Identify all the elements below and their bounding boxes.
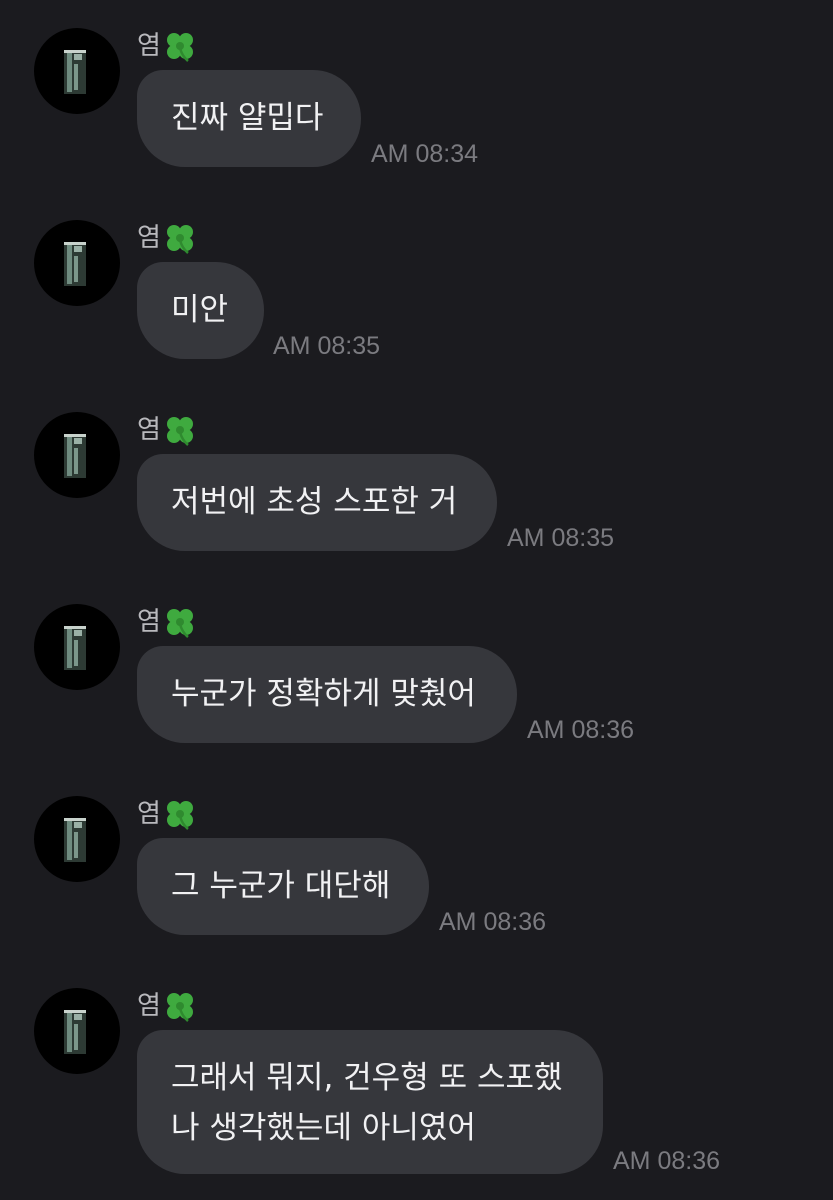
message-bubble[interactable]: 저번에 초성 스포한 거 xyxy=(137,454,497,551)
message-bubble[interactable]: 그래서 뭐지, 건우형 또 스포했 나 생각했는데 아니였어 xyxy=(137,1030,603,1174)
sender-name-text: 염 xyxy=(137,223,161,253)
sender-name: 염 xyxy=(137,410,197,450)
message-text-line-1: 그래서 뭐지, 건우형 또 스포했 xyxy=(171,1060,563,1096)
four-leaf-clover-icon xyxy=(166,225,193,254)
message-time: AM 08:35 xyxy=(273,332,381,360)
sender-name-text: 염 xyxy=(137,415,161,445)
avatar[interactable] xyxy=(34,220,120,306)
four-leaf-clover-icon xyxy=(166,609,193,638)
four-leaf-clover-icon xyxy=(166,33,193,62)
sender-name-text: 염 xyxy=(137,799,161,829)
message-bubble[interactable]: 미안 xyxy=(137,262,264,359)
four-leaf-clover-icon xyxy=(166,417,193,446)
message-text-line-2: 나 생각했는데 아니였어 xyxy=(171,1110,476,1146)
message-row: 염 그래서 뭐지, 건우형 또 스포했 나 생각했는데 아니였어 AM 08:3… xyxy=(0,988,833,1188)
message-row: 염 미안 AM 08:35 xyxy=(0,220,833,360)
sender-name: 염 xyxy=(137,218,197,258)
message-text: 누군가 정확하게 맞췄어 xyxy=(171,676,476,712)
four-leaf-clover-icon xyxy=(166,801,193,830)
message-time: AM 08:36 xyxy=(527,716,635,744)
avatar[interactable] xyxy=(34,28,120,114)
message-time: AM 08:34 xyxy=(371,140,479,168)
four-leaf-clover-icon xyxy=(166,993,193,1022)
message-bubble[interactable]: 그 누군가 대단해 xyxy=(137,838,429,935)
avatar[interactable] xyxy=(34,412,120,498)
message-bubble[interactable]: 누군가 정확하게 맞췄어 xyxy=(137,646,517,743)
message-time: AM 08:35 xyxy=(507,524,615,552)
message-time: AM 08:36 xyxy=(613,1147,721,1175)
sender-name: 염 xyxy=(137,26,197,66)
message-row: 염 진짜 얄밉다 AM 08:34 xyxy=(0,28,833,168)
avatar[interactable] xyxy=(34,796,120,882)
avatar[interactable] xyxy=(34,988,120,1074)
sender-name: 염 xyxy=(137,602,197,642)
sender-name-text: 염 xyxy=(137,607,161,637)
message-text: 진짜 얄밉다 xyxy=(171,100,324,136)
message-text: 미안 xyxy=(171,292,229,328)
message-bubble[interactable]: 진짜 얄밉다 xyxy=(137,70,361,167)
message-row: 염 누군가 정확하게 맞췄어 AM 08:36 xyxy=(0,604,833,744)
sender-name-text: 염 xyxy=(137,31,161,61)
message-time: AM 08:36 xyxy=(439,908,547,936)
chat-thread: 염 진짜 얄밉다 AM 08:34 염 미안 AM 08:35 염 저번에 초성… xyxy=(0,0,833,1200)
message-text: 저번에 초성 스포한 거 xyxy=(171,484,458,520)
avatar[interactable] xyxy=(34,604,120,690)
sender-name: 염 xyxy=(137,986,197,1026)
message-text: 그 누군가 대단해 xyxy=(171,868,391,904)
sender-name-text: 염 xyxy=(137,991,161,1021)
message-row: 염 저번에 초성 스포한 거 AM 08:35 xyxy=(0,412,833,552)
sender-name: 염 xyxy=(137,794,197,834)
message-row: 염 그 누군가 대단해 AM 08:36 xyxy=(0,796,833,936)
